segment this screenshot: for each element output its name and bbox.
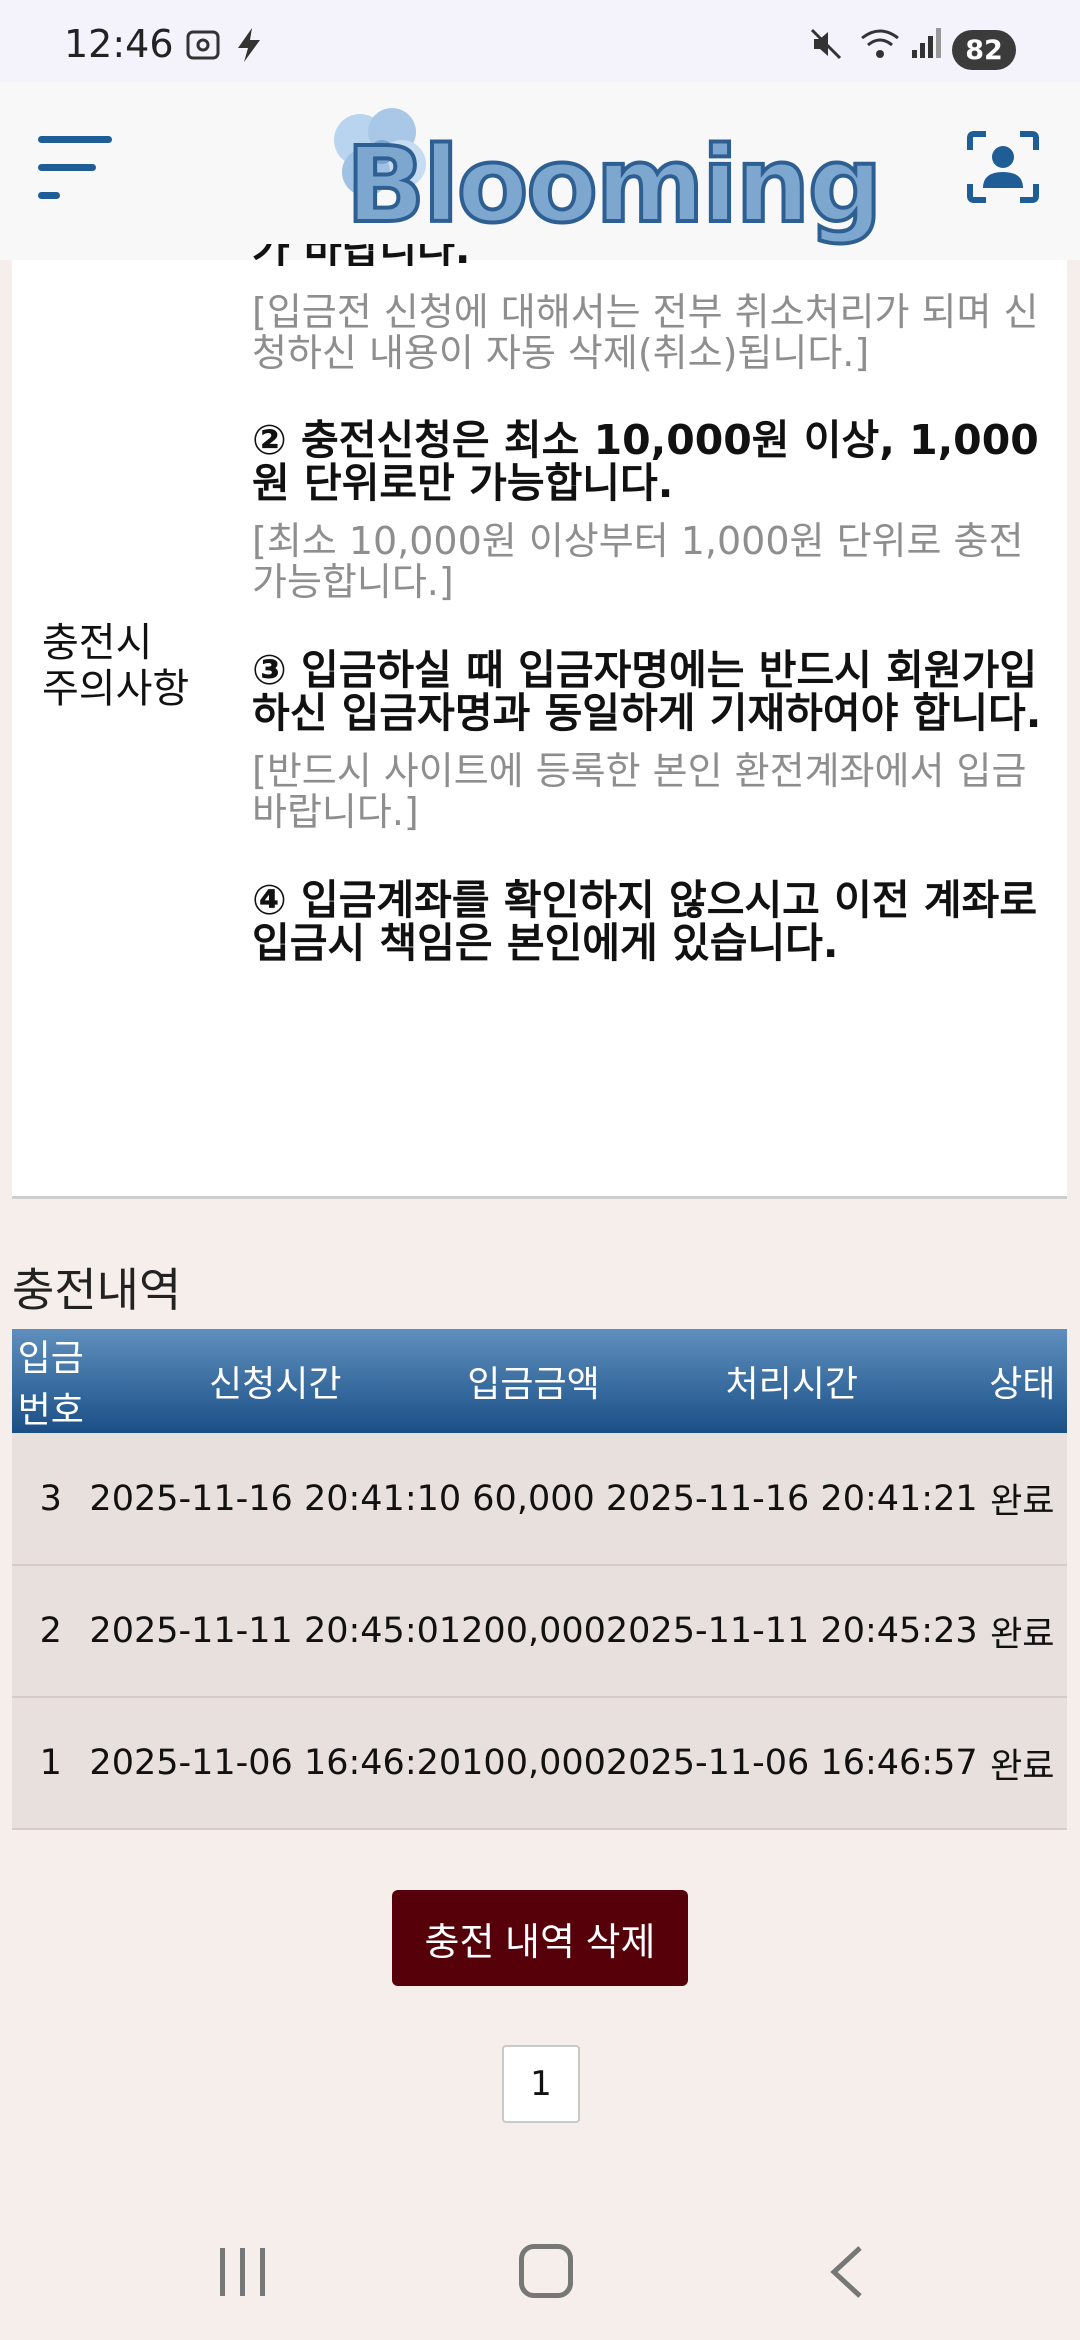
column-header: 신청시간 bbox=[209, 1364, 342, 1405]
notice-item3: ③ 입금하실 때 입금자명에는 반드시 회원가입하신 입금자명과 동일하게 기재… bbox=[252, 646, 1042, 737]
table-row: 2 2025-11-11 20:45:01 200,000 2025-11-11… bbox=[12, 1565, 1067, 1697]
signal-icon bbox=[910, 26, 942, 66]
column-header: 처리시간 bbox=[725, 1364, 858, 1405]
divider bbox=[12, 1196, 1067, 1199]
screenshot-icon bbox=[184, 26, 222, 70]
mute-icon bbox=[808, 26, 844, 68]
recent-apps-icon[interactable] bbox=[218, 2248, 270, 2298]
notice-item1-sub: [입금전 신청에 대해서는 전부 취소처리가 되며 신청하신 내용이 자동 삭제… bbox=[252, 290, 1039, 375]
logo[interactable]: Blooming bbox=[316, 102, 884, 248]
app-header: Blooming bbox=[0, 82, 1080, 260]
processed-time: 2025-11-06 16:46:57 bbox=[605, 1743, 978, 1783]
processed-time: 2025-11-16 20:41:21 bbox=[605, 1478, 978, 1519]
request-time: 2025-11-11 20:45:01 bbox=[89, 1611, 462, 1651]
request-time: 2025-11-16 20:41:10 bbox=[89, 1478, 462, 1519]
status-bar: 12:46 82 bbox=[0, 0, 1080, 82]
deposit-amount: 200,000 bbox=[461, 1611, 606, 1651]
charge-history-table: 입금번호 신청시간 입금금액 처리시간 상태 3 2025-11-16 20:4… bbox=[12, 1329, 1067, 1830]
status: 완료 bbox=[990, 1614, 1055, 1655]
wifi-icon bbox=[858, 26, 902, 68]
logo-text: Blooming bbox=[344, 122, 884, 248]
status: 완료 bbox=[990, 1482, 1055, 1522]
request-time: 2025-11-06 16:46:20 bbox=[89, 1743, 462, 1783]
deposit-amount: 60,000 bbox=[472, 1478, 595, 1519]
pagination-page-1[interactable]: 1 bbox=[502, 2045, 580, 2123]
notice-cut-line: 가 바랍니다. bbox=[252, 244, 1052, 266]
processed-time: 2025-11-11 20:45:23 bbox=[605, 1611, 978, 1651]
table-row: 1 2025-11-06 16:46:20 100,000 2025-11-06… bbox=[12, 1697, 1067, 1829]
table-header: 입금번호 신청시간 입금금액 처리시간 상태 bbox=[12, 1329, 1067, 1433]
user-profile-icon[interactable] bbox=[966, 130, 1040, 204]
hamburger-menu-icon[interactable] bbox=[38, 134, 114, 200]
system-nav-bar bbox=[0, 2200, 1080, 2340]
notice-item3-sub: [반드시 사이트에 등록한 본인 환전계좌에서 입금 바랍니다.] bbox=[252, 749, 1027, 834]
column-header: 입금번호 bbox=[17, 1338, 84, 1431]
charging-notice: 충전시 주의사항 가 바랍니다. [입금전 신청에 대해서는 전부 취소처리가 … bbox=[12, 244, 1067, 1199]
table-row: 3 2025-11-16 20:41:10 60,000 2025-11-16 … bbox=[12, 1433, 1067, 1565]
column-header: 입금금액 bbox=[467, 1364, 600, 1405]
notice-label: 충전시 주의사항 bbox=[42, 620, 190, 712]
status: 완료 bbox=[990, 1746, 1055, 1787]
notice-item4: ④ 입금계좌를 확인하지 않으시고 이전 계좌로 입금시 책임은 본인에게 있습… bbox=[252, 876, 1038, 967]
charging-icon bbox=[232, 26, 266, 70]
section-title: 충전내역 bbox=[12, 1263, 182, 1317]
deposit-amount: 100,000 bbox=[461, 1743, 606, 1783]
home-icon[interactable] bbox=[519, 2244, 573, 2298]
status-time: 12:46 bbox=[64, 22, 174, 66]
delete-history-button[interactable]: 충전 내역 삭제 bbox=[392, 1890, 688, 1986]
battery-indicator: 82 bbox=[952, 30, 1016, 70]
notice-item2-sub: [최소 10,000원 이상부터 1,000원 단위로 충전 가능합니다.] bbox=[252, 519, 1024, 604]
deposit-number: 2 bbox=[39, 1611, 62, 1651]
notice-body: 가 바랍니다. [입금전 신청에 대해서는 전부 취소처리가 되며 신청하신 내… bbox=[252, 244, 1052, 965]
deposit-number: 1 bbox=[39, 1743, 62, 1783]
deposit-number: 3 bbox=[39, 1478, 62, 1519]
back-icon[interactable] bbox=[826, 2242, 866, 2302]
column-header: 상태 bbox=[989, 1364, 1056, 1405]
notice-item2: ② 충전신청은 최소 10,000원 이상, 1,000원 단위로만 가능합니다… bbox=[252, 416, 1039, 507]
